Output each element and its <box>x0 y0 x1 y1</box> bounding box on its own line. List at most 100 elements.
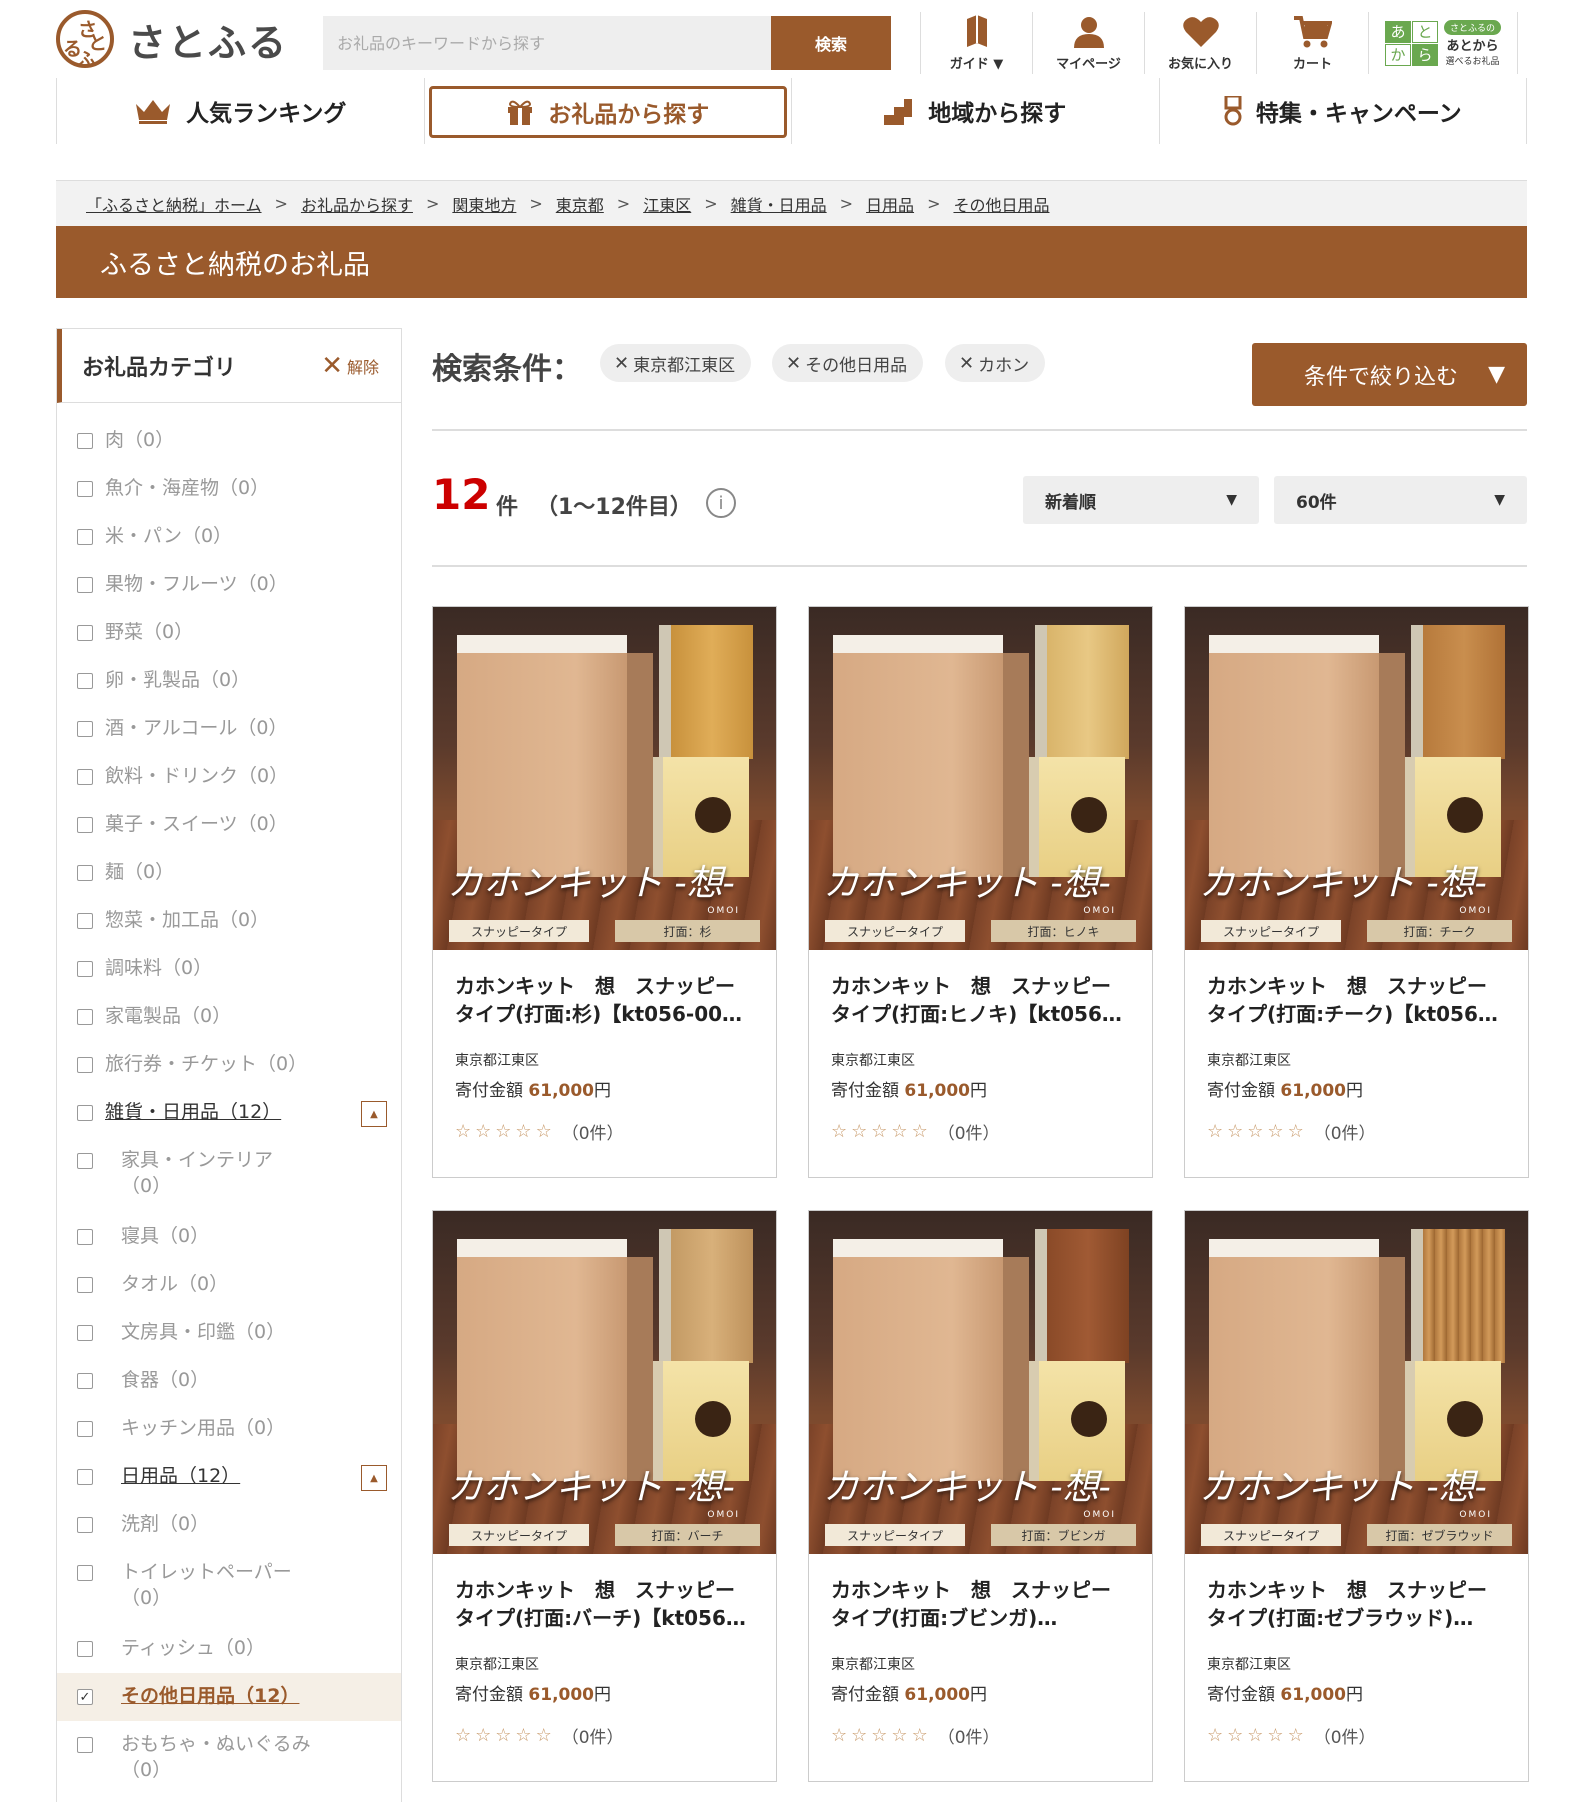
collapse-toggle-icon[interactable]: ▲ <box>361 1101 387 1127</box>
category-checkbox[interactable] <box>77 1737 93 1753</box>
product-card[interactable]: カホンキット -想- OMOI スナッピータイプ 打面：チーク カホンキット 想 ス… <box>1184 606 1529 1178</box>
category-item[interactable]: 麺（0） <box>57 849 401 897</box>
category-item[interactable]: 肉（0） <box>57 417 401 465</box>
subcategory-item[interactable]: 文房具・印鑑（0） <box>57 1309 401 1357</box>
category-checkbox[interactable] <box>77 577 93 593</box>
category-checkbox[interactable] <box>77 769 93 785</box>
category-item[interactable]: 菓子・スイーツ（0） <box>57 801 401 849</box>
sort-select[interactable]: 新着順 ▼ <box>1023 476 1259 524</box>
subcategory-item[interactable]: 寝具（0） <box>57 1213 401 1261</box>
nav-gifts[interactable]: お礼品から探す <box>428 86 787 138</box>
product-card[interactable]: カホンキット -想- OMOI スナッピータイプ 打面：ゼブラウッド カホンキット … <box>1184 1210 1529 1782</box>
category-item[interactable]: 飲料・ドリンク（0） <box>57 753 401 801</box>
close-icon[interactable]: ✕ <box>614 353 629 374</box>
category-checkbox[interactable] <box>77 673 93 689</box>
close-icon[interactable]: ✕ <box>959 353 974 374</box>
category-checkbox[interactable] <box>77 1325 93 1341</box>
subcategory-item[interactable]: トイレットペーパー（0） <box>57 1549 401 1625</box>
product-name[interactable]: カホンキット 想 スナッピータイプ(打面:バーチ)【kt056-0… <box>455 1576 754 1632</box>
product-card[interactable]: カホンキット -想- OMOI スナッピータイプ 打面：ブビンガ カホンキット 想 … <box>808 1210 1153 1782</box>
product-image[interactable]: カホンキット -想- OMOI スナッピータイプ 打面：杉 <box>433 607 776 950</box>
subcategory-item[interactable]: 洗剤（0） <box>57 1501 401 1549</box>
category-checkbox[interactable] <box>77 481 93 497</box>
product-image[interactable]: カホンキット -想- OMOI スナッピータイプ 打面：ヒノキ <box>809 607 1152 950</box>
category-checkbox[interactable] <box>77 1009 93 1025</box>
subcategory-item[interactable]: おもちゃ・ぬいぐるみ（0） <box>57 1721 401 1797</box>
search-input[interactable] <box>323 16 771 70</box>
collapse-toggle-icon[interactable]: ▲ <box>361 1465 387 1491</box>
product-name[interactable]: カホンキット 想 スナッピータイプ(打面:ヒノキ)【kt056-0… <box>831 972 1130 1028</box>
condition-chip[interactable]: ✕ 東京都江東区 <box>600 344 752 382</box>
product-name[interactable]: カホンキット 想 スナッピータイプ(打面:杉)【kt056-002-6】 <box>455 972 754 1028</box>
category-checkbox[interactable] <box>77 1469 93 1485</box>
condition-chip[interactable]: ✕ カホン <box>945 344 1046 382</box>
nav-region[interactable]: 地域から探す <box>792 78 1160 144</box>
mypage-link[interactable]: マイページ <box>1032 12 1144 74</box>
category-checkbox[interactable] <box>77 529 93 545</box>
breadcrumb-home[interactable]: 「ふるさと納税」ホーム <box>86 192 262 216</box>
breadcrumb-koto[interactable]: 江東区 <box>643 192 691 216</box>
category-checkbox[interactable] <box>77 817 93 833</box>
category-checkbox[interactable] <box>77 721 93 737</box>
atokara-link[interactable]: あ と か ら さとふるの あとから 選べるお礼品 <box>1368 12 1518 74</box>
category-checkbox[interactable] <box>77 961 93 977</box>
product-card[interactable]: カホンキット -想- OMOI スナッピータイプ 打面：バーチ カホンキット 想 ス… <box>432 1210 777 1782</box>
favorites-link[interactable]: お気に入り <box>1144 12 1256 74</box>
category-checkbox[interactable] <box>77 1641 93 1657</box>
category-item[interactable]: 米・パン（0） <box>57 513 401 561</box>
product-card[interactable]: カホンキット -想- OMOI スナッピータイプ 打面：杉 カホンキット 想 スナッ… <box>432 606 777 1178</box>
category-checkbox[interactable] <box>77 1421 93 1437</box>
category-checkbox[interactable] <box>77 913 93 929</box>
nav-feature[interactable]: 特集・キャンペーン <box>1160 78 1527 144</box>
category-item[interactable]: 野菜（0） <box>57 609 401 657</box>
category-item[interactable]: 旅行券・チケット（0） <box>57 1041 401 1089</box>
category-checkbox-checked[interactable]: ✓ <box>77 1689 93 1705</box>
category-checkbox[interactable] <box>77 865 93 881</box>
category-item[interactable]: 調味料（0） <box>57 945 401 993</box>
subcategory-item-daily[interactable]: 日用品（12） ▲ <box>57 1453 401 1501</box>
guide-menu[interactable]: ガイド ▼ <box>920 12 1032 74</box>
refine-filter-button[interactable]: 条件で絞り込む ▼ <box>1252 343 1527 406</box>
site-logo[interactable]: さ る と ふ さとふる <box>56 10 288 71</box>
category-checkbox[interactable] <box>77 1373 93 1389</box>
subcategory-item[interactable]: ティッシュ（0） <box>57 1625 401 1673</box>
search-button[interactable]: 検索 <box>771 16 891 70</box>
product-image[interactable]: カホンキット -想- OMOI スナッピータイプ 打面：バーチ <box>433 1211 776 1554</box>
per-page-select[interactable]: 60件 ▼ <box>1274 476 1527 524</box>
product-image[interactable]: カホンキット -想- OMOI スナッピータイプ 打面：ブビンガ <box>809 1211 1152 1554</box>
product-image[interactable]: カホンキット -想- OMOI スナッピータイプ 打面：ゼブラウッド <box>1185 1211 1528 1554</box>
breadcrumb-other-daily[interactable]: その他日用品 <box>953 192 1049 216</box>
nav-ranking[interactable]: 人気ランキング <box>57 78 425 144</box>
category-checkbox[interactable] <box>77 1057 93 1073</box>
breadcrumb-kanto[interactable]: 関東地方 <box>452 192 516 216</box>
breadcrumb-gifts[interactable]: お礼品から探す <box>301 192 413 216</box>
subcategory-item[interactable]: 家具・インテリア（0） <box>57 1137 401 1213</box>
subcategory-item-other-daily[interactable]: ✓ その他日用品（12） <box>57 1673 401 1721</box>
condition-chip[interactable]: ✕ その他日用品 <box>772 344 924 382</box>
category-checkbox[interactable] <box>77 1229 93 1245</box>
clear-category-button[interactable]: ✕ 解除 <box>321 351 379 381</box>
category-item-goods[interactable]: 雑貨・日用品（12） ▲ <box>57 1089 401 1137</box>
category-checkbox[interactable] <box>77 1153 93 1169</box>
product-name[interactable]: カホンキット 想 スナッピータイプ(打面:チーク)【kt056-0… <box>1207 972 1506 1028</box>
subcategory-item[interactable]: タオル（0） <box>57 1261 401 1309</box>
category-item[interactable]: 卵・乳製品（0） <box>57 657 401 705</box>
category-item[interactable]: 魚介・海産物（0） <box>57 465 401 513</box>
product-image[interactable]: カホンキット -想- OMOI スナッピータイプ 打面：チーク <box>1185 607 1528 950</box>
category-item[interactable]: 家電製品（0） <box>57 993 401 1041</box>
category-checkbox[interactable] <box>77 433 93 449</box>
product-name[interactable]: カホンキット 想 スナッピータイプ(打面:ゼブラウッド)【kt0… <box>1207 1576 1506 1632</box>
category-item[interactable]: 惣菜・加工品（0） <box>57 897 401 945</box>
cart-link[interactable]: カート <box>1256 12 1368 74</box>
breadcrumb-tokyo[interactable]: 東京都 <box>556 192 604 216</box>
category-checkbox[interactable] <box>77 1105 93 1121</box>
category-checkbox[interactable] <box>77 625 93 641</box>
close-icon[interactable]: ✕ <box>786 353 801 374</box>
product-name[interactable]: カホンキット 想 スナッピータイプ(打面:ブビンガ)【kt056-… <box>831 1576 1130 1632</box>
category-checkbox[interactable] <box>77 1565 93 1581</box>
info-icon[interactable]: i <box>706 488 736 518</box>
breadcrumb-goods[interactable]: 雑貨・日用品 <box>731 192 827 216</box>
category-item[interactable]: 果物・フルーツ（0） <box>57 561 401 609</box>
breadcrumb-daily[interactable]: 日用品 <box>866 192 914 216</box>
category-item[interactable]: 酒・アルコール（0） <box>57 705 401 753</box>
